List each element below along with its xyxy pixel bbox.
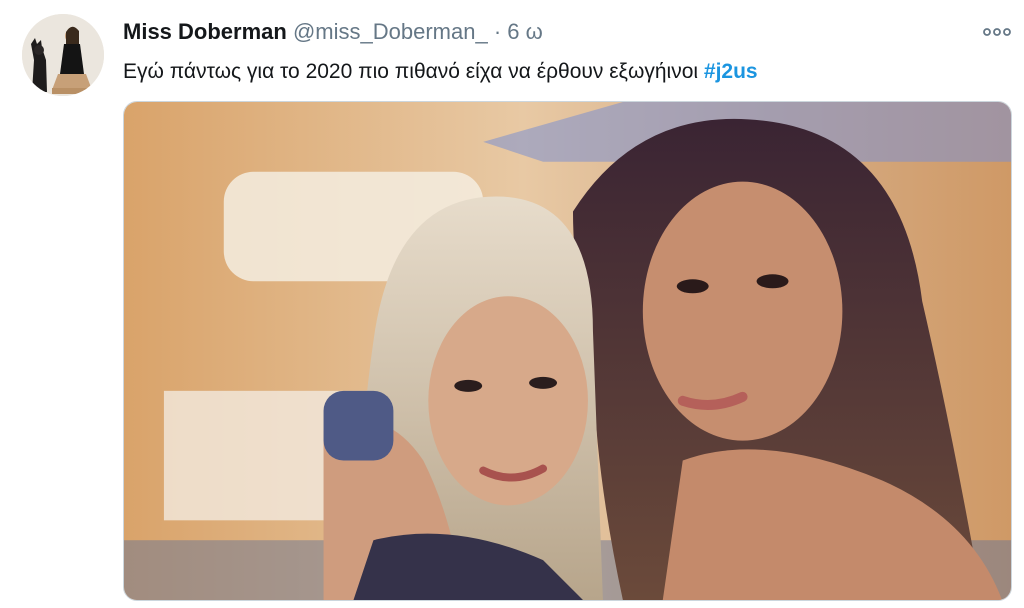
photo-image <box>124 102 1011 600</box>
display-name[interactable]: Miss Doberman <box>123 19 287 44</box>
user-handle[interactable]: @miss_Doberman_ <box>293 19 488 44</box>
separator-dot: · <box>493 19 502 44</box>
tweet-body: Εγώ πάντως για το 2020 πιο πιθανό είχα ν… <box>123 60 699 83</box>
hashtag-link[interactable]: #j2us <box>704 60 758 83</box>
tweet-header: Miss Doberman @miss_Doberman_ · 6 ω <box>123 18 543 46</box>
tweet-text: Εγώ πάντως για το 2020 πιο πιθανό είχα ν… <box>123 58 758 86</box>
more-options-icon[interactable] <box>980 22 1014 42</box>
profile-avatar[interactable] <box>22 14 104 96</box>
avatar-image <box>22 14 104 96</box>
timestamp[interactable]: 6 ω <box>507 19 543 44</box>
tweet-photo[interactable] <box>123 101 1012 601</box>
tweet-card: Miss Doberman @miss_Doberman_ · 6 ω Εγώ … <box>0 0 1024 608</box>
